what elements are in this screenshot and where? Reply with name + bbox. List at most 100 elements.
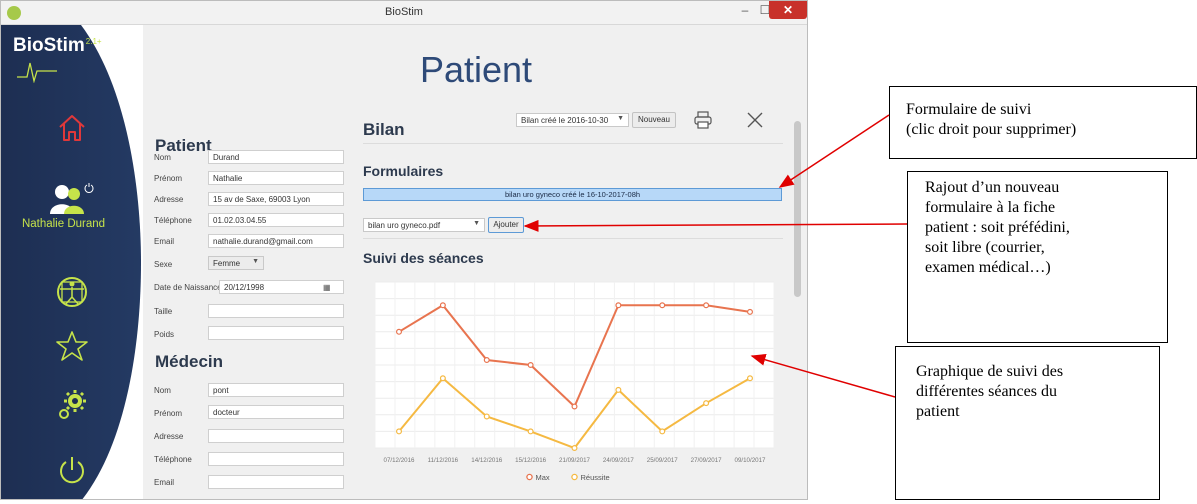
sidebar-patient-name: Nathalie Durand xyxy=(21,218,106,230)
logo-version: 2.1+ xyxy=(85,36,102,46)
power-icon xyxy=(60,457,84,484)
nav-favorites[interactable] xyxy=(1,330,143,362)
label-naissance: Date de Naissance xyxy=(154,283,222,292)
formulaires-heading: Formulaires xyxy=(363,163,444,179)
annotation-line: soit libre (courrier, xyxy=(925,239,1045,256)
bilan-heading: Bilan xyxy=(363,120,405,139)
chart-point-max xyxy=(615,302,622,309)
chart-legend-marker-russite xyxy=(571,473,578,481)
annotation-line: Formulaire de suivi xyxy=(906,101,1032,118)
separator xyxy=(363,143,783,144)
chart-x-tick-label: 11/12/2016 xyxy=(428,457,459,464)
medecin-prenom-field[interactable]: docteur xyxy=(208,405,344,419)
annotation-nouveau-formulaire: Rajout d’un nouveau formulaire à la fich… xyxy=(907,171,1168,343)
chart-point-max xyxy=(483,357,490,364)
patient-prenom-field[interactable]: Nathalie xyxy=(208,171,344,185)
chart-legend-label: Réussite xyxy=(581,473,610,482)
annotation-line: patient : soit préfédini, xyxy=(925,219,1070,236)
chart-point-max xyxy=(439,302,446,309)
chart-x-tick-label: 25/09/2017 xyxy=(647,457,679,464)
calendar-icon[interactable]: ▦ xyxy=(323,283,331,292)
chart-x-tick-label: 14/12/2016 xyxy=(471,457,503,464)
page-title: Patient xyxy=(419,49,533,90)
home-icon xyxy=(59,115,85,141)
chart-point-russite xyxy=(659,428,666,435)
close-window-button[interactable]: ✕ xyxy=(769,1,807,19)
annotation-line: formulaire à la fiche xyxy=(925,199,1056,216)
patient-adresse-field[interactable]: 15 av de Saxe, 69003 Lyon xyxy=(208,192,344,206)
label-email: Email xyxy=(154,237,175,246)
separator xyxy=(363,238,783,239)
annotation-line: patient xyxy=(916,403,960,420)
waveform-icon xyxy=(17,62,57,83)
chart-x-tick-label: 27/09/2017 xyxy=(691,457,723,464)
bilan-select[interactable]: Bilan créé le 2016-10-30 ▼ xyxy=(516,113,629,127)
label-medecin-nom: Nom xyxy=(154,386,171,395)
main-content: Patient Patient Nom Durand Prénom Nathal… xyxy=(143,25,807,499)
minimize-button[interactable]: – xyxy=(734,1,756,19)
form-list-item[interactable]: bilan uro gyneco créé le 16-10-2017-08h xyxy=(363,188,782,201)
form-template-select[interactable]: bilan uro gyneco.pdf ▼ xyxy=(363,218,485,232)
annotation-graphique-suivi: Graphique de suivi des différentes séanc… xyxy=(895,346,1160,500)
form-select-value: bilan uro gyneco.pdf xyxy=(368,221,441,230)
chart-point-max xyxy=(571,403,578,410)
chart-x-tick-label: 09/10/2017 xyxy=(735,457,767,464)
annotation-line: examen médical…) xyxy=(925,259,1051,276)
chart-point-russite xyxy=(527,428,534,435)
nav-settings[interactable] xyxy=(1,388,143,422)
chevron-down-icon: ▼ xyxy=(252,258,259,265)
sexe-value: Femme xyxy=(213,259,241,268)
nav-home[interactable] xyxy=(1,113,143,143)
chart-point-russite xyxy=(747,375,754,382)
chart-point-russite xyxy=(703,400,710,407)
suivi-heading: Suivi des séances xyxy=(363,250,484,266)
annotation-line: Rajout d’un nouveau xyxy=(925,179,1060,196)
title-bar: BioStim – ☐ ✕ xyxy=(1,1,807,25)
vitruvian-man-icon xyxy=(57,277,87,307)
app-logo: BioStim2.1+ xyxy=(13,35,102,57)
medecin-heading: Médecin xyxy=(155,352,224,371)
chart-point-russite xyxy=(615,386,622,393)
patient-telephone-field[interactable]: 01.02.03.04.55 xyxy=(208,213,344,227)
nav-power[interactable] xyxy=(1,455,143,487)
medecin-nom-field[interactable]: pont xyxy=(208,383,344,397)
nav-patient[interactable] xyxy=(1,183,143,215)
medecin-telephone-field[interactable] xyxy=(208,452,344,466)
patient-sexe-select[interactable]: Femme ▼ xyxy=(208,256,264,270)
chart-point-max xyxy=(396,328,403,335)
patient-taille-field[interactable] xyxy=(208,304,344,318)
chart-point-max xyxy=(527,361,534,368)
patient-email-field[interactable]: nathalie.durand@gmail.com xyxy=(208,234,344,248)
star-icon xyxy=(56,331,88,361)
label-poids: Poids xyxy=(154,330,175,339)
chevron-down-icon: ▼ xyxy=(617,115,624,122)
new-bilan-button[interactable]: Nouveau xyxy=(632,112,676,128)
annotation-line: (clic droit pour supprimer) xyxy=(906,121,1077,138)
label-medecin-email: Email xyxy=(154,478,175,487)
patient-poids-field[interactable] xyxy=(208,326,344,340)
chevron-down-icon: ▼ xyxy=(473,220,480,227)
logo-text: BioStim xyxy=(13,35,85,56)
label-adresse: Adresse xyxy=(154,195,184,204)
label-prenom: Prénom xyxy=(154,174,183,183)
patient-nom-field[interactable]: Durand xyxy=(208,150,344,164)
sessions-line-chart: 07/12/2016 11/12/2016 14/12/2016 15/12/2016… xyxy=(374,281,775,482)
chart-point-max xyxy=(659,302,666,309)
window-title: BioStim xyxy=(385,6,423,18)
label-nom: Nom xyxy=(154,153,171,162)
add-form-button[interactable]: Ajouter xyxy=(488,217,524,233)
medecin-adresse-field[interactable] xyxy=(208,429,344,443)
vertical-scrollbar[interactable] xyxy=(794,121,801,297)
annotation-line: Graphique de suivi des xyxy=(916,363,1064,380)
nav-anatomy[interactable] xyxy=(1,275,143,309)
chart-point-max xyxy=(703,302,710,309)
medecin-email-field[interactable] xyxy=(208,475,344,489)
chart-x-tick-label: 15/12/2016 xyxy=(515,457,547,464)
print-icon[interactable] xyxy=(694,111,712,129)
app-window: BioStim – ☐ ✕ BioStim2.1+ Nathalie Duran… xyxy=(0,0,808,500)
close-icon[interactable] xyxy=(746,111,764,129)
sidebar: BioStim2.1+ Nathalie Durand xyxy=(1,25,143,499)
chart-legend-label: Max xyxy=(536,473,550,482)
label-telephone: Téléphone xyxy=(154,216,192,225)
chart-point-russite xyxy=(439,375,446,382)
